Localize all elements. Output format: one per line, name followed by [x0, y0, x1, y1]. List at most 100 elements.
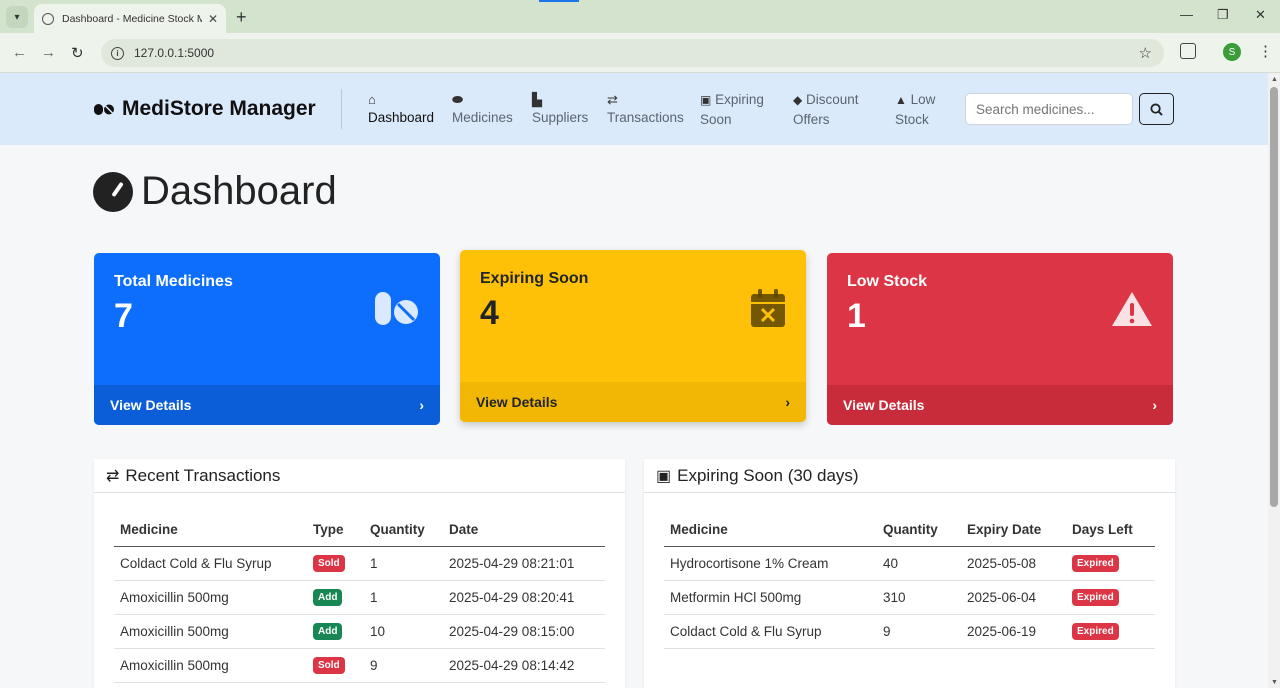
- pills-icon: ⬬: [452, 92, 464, 107]
- loading-indicator: [539, 0, 579, 2]
- forward-arrow-icon[interactable]: →: [41, 44, 56, 61]
- nav-low-stock[interactable]: ▲ Low Stock: [895, 90, 935, 130]
- days-left-badge: Expired: [1072, 623, 1119, 640]
- browser-menu-icon[interactable]: ⋮: [1258, 42, 1273, 60]
- column-header: Medicine: [664, 514, 877, 547]
- nav-transactions[interactable]: ⇄ Transactions: [607, 90, 684, 128]
- type-badge: Add: [313, 623, 343, 640]
- medicine-cell: Hydrocortisone 1% Cream: [664, 546, 877, 581]
- card-low-stock: Low Stock 1 View Details ›: [827, 253, 1173, 425]
- scroll-up-arrow-icon[interactable]: ▲: [1271, 76, 1278, 83]
- close-tab-icon[interactable]: ✕: [208, 12, 218, 26]
- quantity-cell: 10: [364, 614, 443, 649]
- calendar-x-icon: ▣: [700, 93, 712, 107]
- card-value: 1: [847, 297, 866, 335]
- pills-icon: [94, 104, 114, 115]
- column-header: Days Left: [1066, 514, 1155, 547]
- nav-suppliers[interactable]: ▙ Suppliers: [532, 90, 588, 128]
- quantity-cell: 40: [877, 546, 961, 581]
- nav-expiring-soon[interactable]: ▣ Expiring Soon: [700, 90, 764, 130]
- column-header: Medicine: [114, 514, 307, 547]
- nav-label: Medicines: [452, 110, 513, 125]
- nav-discount-offers[interactable]: ◆ Discount Offers: [793, 90, 859, 130]
- medicine-cell: Metformin HCl 500mg: [664, 580, 877, 615]
- column-header: Expiry Date: [961, 514, 1066, 547]
- reload-icon[interactable]: ↻: [71, 44, 84, 62]
- maximize-button[interactable]: ❐: [1217, 7, 1229, 23]
- column-header: Date: [443, 514, 605, 547]
- search-icon: [1150, 102, 1163, 116]
- search-input[interactable]: [965, 93, 1133, 125]
- search-button[interactable]: [1139, 93, 1174, 125]
- card-label: Total Medicines: [114, 273, 233, 290]
- table-row: Amoxicillin 500mg Sold 9 2025-04-29 08:1…: [114, 648, 605, 683]
- quantity-cell: 9: [364, 648, 443, 683]
- medicine-cell: Coldact Cold & Flu Syrup: [114, 546, 307, 581]
- tachometer-icon: [93, 171, 133, 212]
- view-details-link[interactable]: View Details ›: [94, 385, 440, 425]
- type-badge: Sold: [313, 555, 345, 572]
- globe-icon: [42, 12, 54, 25]
- date-cell: 2025-04-29 08:15:00: [443, 614, 605, 649]
- table-row: Metformin HCl 500mg 310 2025-06-04 Expir…: [664, 580, 1155, 615]
- chevron-right-icon: ›: [419, 397, 424, 413]
- nav-medicines[interactable]: ⬬ Medicines: [452, 90, 513, 128]
- close-window-button[interactable]: ✕: [1255, 7, 1266, 23]
- tab-search-button[interactable]: ▾: [6, 6, 28, 28]
- nav-label-line1: Discount: [806, 92, 859, 107]
- nav-dashboard[interactable]: ⌂ Dashboard: [368, 90, 434, 128]
- page-title-text: Dashboard: [141, 169, 337, 213]
- warning-triangle-icon: [1112, 292, 1152, 326]
- view-details-link[interactable]: View Details ›: [827, 385, 1173, 425]
- table-row: Amoxicillin 500mg Add 10 2025-04-29 08:1…: [114, 614, 605, 649]
- exchange-icon: ⇄: [607, 92, 618, 107]
- nav-label-line2: Soon: [700, 112, 732, 127]
- panel-title: Recent Transactions: [125, 465, 281, 485]
- bookmark-star-icon[interactable]: ☆: [1139, 44, 1152, 62]
- view-details-link[interactable]: View Details ›: [460, 382, 806, 422]
- table-row: Coldact Cold & Flu Syrup Sold 1 2025-04-…: [114, 546, 605, 581]
- nav-label: Suppliers: [532, 110, 589, 125]
- brand[interactable]: MediStore Manager: [93, 97, 316, 121]
- nav-label-line1: Low: [910, 92, 936, 107]
- minimize-button[interactable]: —: [1180, 7, 1193, 22]
- panel-header: ⇄ Recent Transactions: [94, 459, 625, 493]
- page-scrollbar[interactable]: ▲ ▼: [1268, 73, 1280, 688]
- scrollbar-thumb[interactable]: [1270, 87, 1278, 507]
- type-badge: Add: [313, 589, 343, 606]
- site-info-icon[interactable]: i: [111, 46, 124, 60]
- expiry-cell: 2025-05-08: [961, 546, 1066, 581]
- nav-divider: [341, 89, 342, 129]
- transactions-table: Medicine Type Quantity Date Coldact Cold…: [114, 514, 605, 683]
- calendar-x-icon: [751, 289, 785, 327]
- quantity-cell: 310: [877, 580, 961, 615]
- back-arrow-icon[interactable]: ←: [12, 44, 27, 61]
- scroll-down-arrow-icon[interactable]: ▼: [1271, 679, 1278, 686]
- nav-label-line1: Expiring: [715, 92, 764, 107]
- card-value: 4: [480, 294, 499, 332]
- profile-avatar[interactable]: S: [1223, 43, 1241, 61]
- column-header: Type: [307, 514, 364, 547]
- new-tab-button[interactable]: +: [236, 7, 247, 28]
- truck-icon: ▙: [532, 92, 542, 107]
- table-row: Amoxicillin 500mg Add 1 2025-04-29 08:20…: [114, 580, 605, 615]
- browser-tabstrip: ▾ Dashboard - Medicine Stock Ma ✕ + — ❐ …: [0, 0, 1280, 33]
- nav-label-line2: Stock: [895, 112, 929, 127]
- medicine-cell: Amoxicillin 500mg: [114, 580, 307, 615]
- omnibox[interactable]: i 127.0.0.1:5000 ☆: [101, 39, 1164, 67]
- pills-icon: [375, 292, 418, 325]
- extensions-icon[interactable]: [1180, 43, 1196, 59]
- url-text[interactable]: 127.0.0.1:5000: [134, 46, 214, 60]
- page-viewport: MediStore Manager ⌂ Dashboard ⬬ Medicine…: [0, 73, 1268, 688]
- type-badge: Sold: [313, 657, 345, 674]
- app-navbar: MediStore Manager ⌂ Dashboard ⬬ Medicine…: [0, 73, 1268, 145]
- exchange-icon: ⇄: [106, 467, 120, 485]
- nav-label-line2: Offers: [793, 112, 830, 127]
- days-left-badge: Expired: [1072, 555, 1119, 572]
- footer-label: View Details: [110, 397, 192, 413]
- nav-label: Transactions: [607, 110, 684, 125]
- browser-tab-active[interactable]: Dashboard - Medicine Stock Ma ✕: [34, 4, 226, 33]
- medicine-cell: Coldact Cold & Flu Syrup: [664, 614, 877, 649]
- date-cell: 2025-04-29 08:14:42: [443, 648, 605, 683]
- calendar-x-icon: ▣: [656, 467, 672, 485]
